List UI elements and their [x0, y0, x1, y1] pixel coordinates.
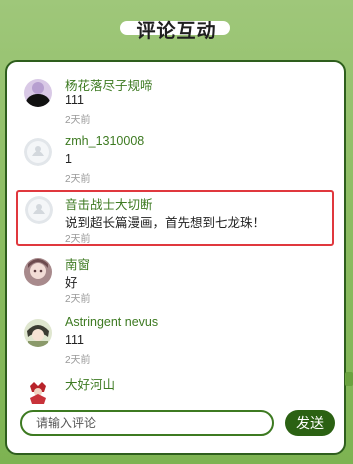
comment-time: 2天前: [65, 294, 91, 305]
comment-text: 1: [65, 152, 72, 166]
avatar[interactable]: [24, 378, 52, 406]
comment-time: 2天前: [65, 115, 91, 126]
comment-input[interactable]: [20, 410, 274, 436]
comment-text: 111: [65, 333, 85, 347]
comment-item: 大好河山: [24, 374, 324, 406]
comment-time: 2天前: [65, 355, 91, 366]
comment-item-highlighted: 音击战士大切断 说到超长篇漫画，首先想到七龙珠！ 2天前: [16, 190, 334, 246]
avatar[interactable]: [24, 79, 52, 107]
default-avatar-icon[interactable]: [24, 138, 52, 166]
send-button[interactable]: 发送: [285, 410, 335, 436]
comment-author[interactable]: 音击战士大切断: [65, 194, 153, 213]
comment-item: 杨花落尽子规啼 111 2天前: [24, 75, 324, 126]
avatar[interactable]: [24, 319, 52, 347]
comment-author[interactable]: zmh_1310008: [65, 134, 144, 148]
default-avatar-icon[interactable]: [25, 196, 53, 224]
comment-time: 2天前: [65, 234, 91, 245]
comment-item: 南窗 好 2天前: [24, 254, 324, 305]
scrollbar[interactable]: [345, 372, 353, 386]
comment-text: 好: [65, 276, 78, 290]
comment-composer: 发送: [7, 408, 344, 438]
page-title: 评论互动: [136, 20, 217, 42]
comment-author[interactable]: 南窗: [65, 254, 90, 273]
comment-author[interactable]: Astringent nevus: [65, 315, 158, 329]
comment-item: Astringent nevus 111 2天前: [24, 315, 324, 366]
comment-text: 111: [65, 93, 85, 107]
avatar[interactable]: [24, 258, 52, 286]
comment-text: 说到超长篇漫画，首先想到七龙珠！: [65, 216, 266, 230]
comment-item: zmh_1310008 1 2天前: [24, 134, 324, 185]
comment-time: 2天前: [65, 174, 91, 185]
comment-author[interactable]: 大好河山: [65, 374, 115, 393]
comment-author[interactable]: 杨花落尽子规啼: [65, 75, 153, 94]
comments-panel: 杨花落尽子规啼 111 2天前 zmh_1310008 1 2天前 音击战士大切…: [5, 60, 346, 455]
